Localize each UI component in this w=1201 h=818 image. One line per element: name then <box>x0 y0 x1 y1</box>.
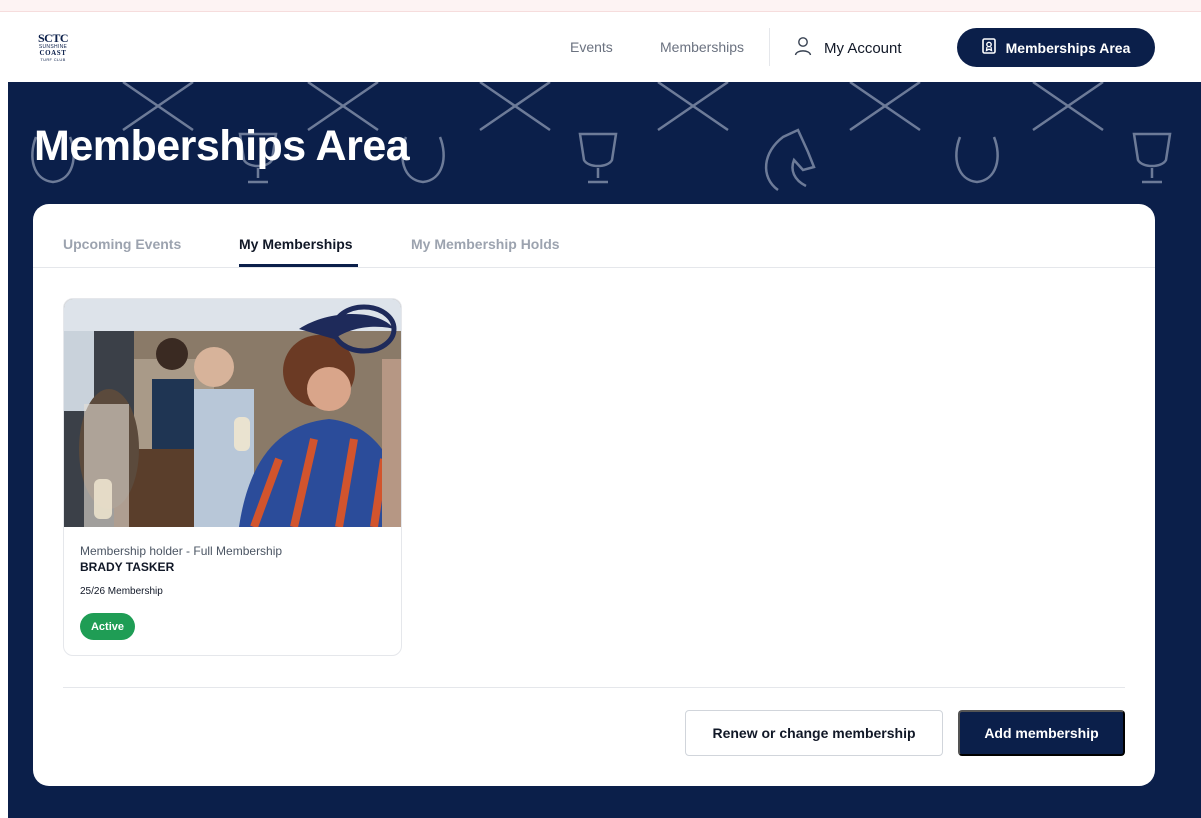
top-navbar: SCTC SUNSHINE COAST TURF CLUB Events Mem… <box>0 12 1201 82</box>
active-tab-indicator <box>239 264 358 267</box>
nav-divider <box>769 28 770 66</box>
memberships-area-button[interactable]: Memberships Area <box>957 28 1155 67</box>
tab-my-membership-holds[interactable]: My Membership Holds <box>411 236 560 252</box>
tab-bar: Upcoming Events My Memberships My Member… <box>33 204 1155 268</box>
horse-head-decoration <box>764 128 816 192</box>
trophy-decoration <box>1132 132 1172 184</box>
trophy-decoration <box>578 132 618 184</box>
renew-or-change-button[interactable]: Renew or change membership <box>685 710 943 756</box>
tab-my-memberships[interactable]: My Memberships <box>239 236 353 252</box>
badge-icon <box>981 38 996 57</box>
logo-line2: COAST <box>39 49 67 57</box>
actions-divider <box>63 687 1125 688</box>
membership-holder-label: Membership holder - Full Membership <box>80 544 283 558</box>
page-title: Memberships Area <box>34 122 410 170</box>
sctc-logo[interactable]: SCTC SUNSHINE COAST TURF CLUB <box>36 32 70 64</box>
cross-decoration <box>479 82 551 132</box>
top-strip <box>0 0 1201 12</box>
add-membership-button[interactable]: Add membership <box>958 710 1125 756</box>
membership-card[interactable]: Membership holder - Full Membership BRAD… <box>63 298 402 656</box>
nav-memberships-link[interactable]: Memberships <box>660 39 744 55</box>
horseshoe-decoration <box>955 136 999 184</box>
memberships-panel: Upcoming Events My Memberships My Member… <box>33 204 1155 786</box>
logo-main-text: SCTC <box>37 31 69 45</box>
cross-decoration <box>657 82 729 132</box>
my-account-link[interactable]: My Account <box>794 36 902 61</box>
memberships-area-label: Memberships Area <box>1005 39 1131 56</box>
status-badge: Active <box>80 613 135 640</box>
user-icon <box>794 36 812 61</box>
cross-decoration <box>849 82 921 132</box>
cross-decoration <box>1032 82 1104 132</box>
tab-upcoming-events[interactable]: Upcoming Events <box>63 236 181 252</box>
member-name: BRADY TASKER <box>80 560 175 574</box>
nav-events-link[interactable]: Events <box>570 39 613 55</box>
membership-season: 25/26 Membership <box>80 586 163 597</box>
logo-line3: TURF CLUB <box>40 57 66 62</box>
my-account-label: My Account <box>824 40 902 57</box>
membership-photo <box>64 299 401 527</box>
